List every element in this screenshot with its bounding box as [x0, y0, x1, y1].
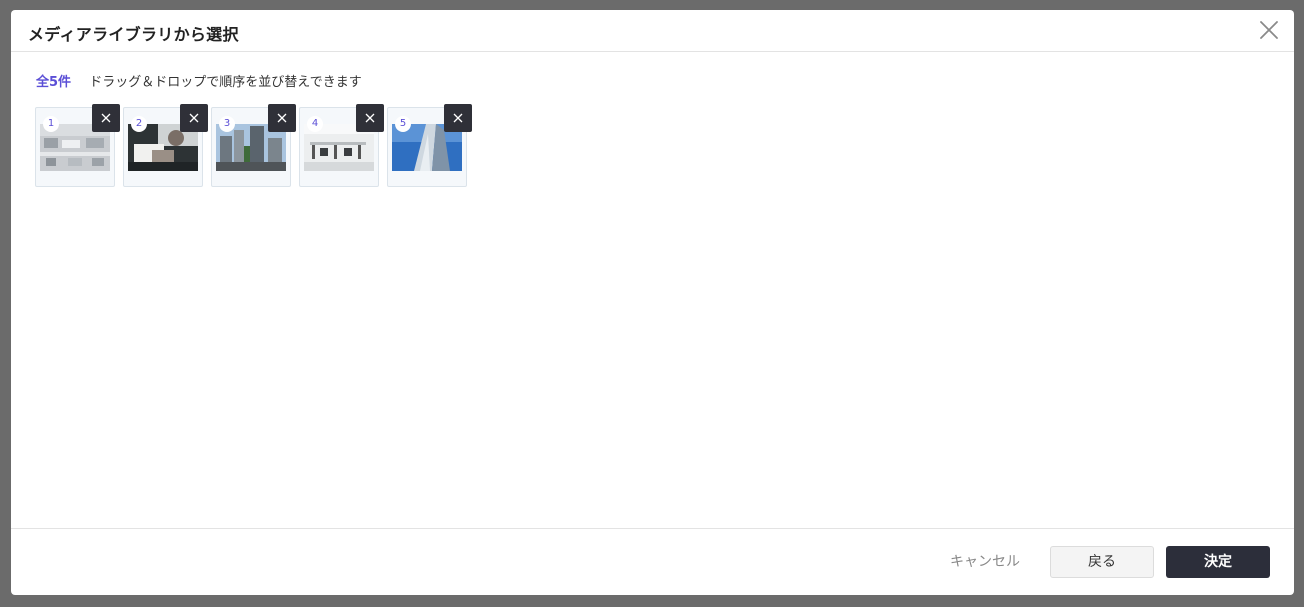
cancel-button[interactable]: キャンセル	[935, 546, 1035, 578]
dialog-footer: キャンセル 戻る 決定	[11, 528, 1294, 595]
confirm-button[interactable]: 決定	[1166, 546, 1270, 578]
back-button[interactable]: 戻る	[1050, 546, 1154, 578]
info-row: 全5件 ドラッグ＆ドロップで順序を並び替えできます	[36, 71, 362, 90]
remove-button[interactable]	[444, 104, 472, 132]
close-button[interactable]	[1258, 19, 1280, 41]
remove-button[interactable]	[356, 104, 384, 132]
item-count: 全5件	[36, 75, 72, 90]
close-icon	[1260, 21, 1278, 39]
thumbnail-item[interactable]: 2	[123, 104, 208, 187]
close-icon	[189, 113, 199, 123]
close-icon	[101, 113, 111, 123]
order-badge: 4	[307, 116, 323, 132]
close-icon	[453, 113, 463, 123]
media-library-dialog: メディアライブラリから選択 全5件 ドラッグ＆ドロップで順序を並び替えできます …	[11, 10, 1294, 595]
thumbnail-item[interactable]: 3	[211, 104, 296, 187]
order-badge: 1	[43, 116, 59, 132]
close-icon	[365, 113, 375, 123]
order-badge: 3	[219, 116, 235, 132]
dialog-title: メディアライブラリから選択	[28, 25, 239, 44]
order-badge: 2	[131, 116, 147, 132]
remove-button[interactable]	[92, 104, 120, 132]
close-icon	[277, 113, 287, 123]
thumbnail-item[interactable]: 4	[299, 104, 384, 187]
thumbnail-item[interactable]: 5	[387, 104, 472, 187]
remove-button[interactable]	[180, 104, 208, 132]
remove-button[interactable]	[268, 104, 296, 132]
thumbnail-item[interactable]: 1	[35, 104, 120, 187]
order-badge: 5	[395, 116, 411, 132]
dialog-header: メディアライブラリから選択	[11, 10, 1294, 52]
reorder-hint: ドラッグ＆ドロップで順序を並び替えできます	[89, 75, 362, 90]
